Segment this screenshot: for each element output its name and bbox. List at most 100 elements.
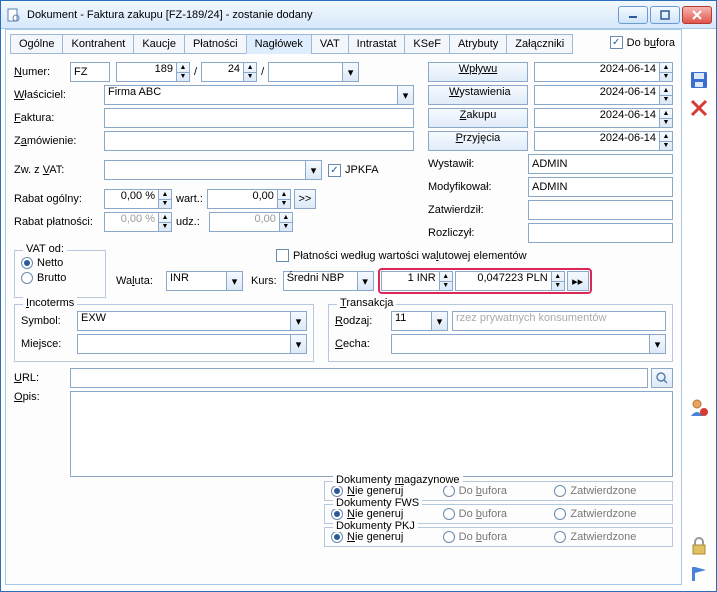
arrow-button[interactable]: >> — [294, 189, 316, 209]
mag-opt1[interactable] — [331, 485, 343, 497]
delete-icon[interactable] — [688, 97, 710, 119]
zw-vat-input[interactable] — [104, 160, 305, 180]
url-label: URL: — [14, 372, 70, 384]
dok-pkj-label: Dokumenty PKJ — [333, 520, 418, 532]
fws-opt2[interactable] — [443, 508, 455, 520]
minimize-button[interactable] — [618, 6, 648, 24]
do-bufora-checkbox[interactable]: ✓ — [610, 36, 623, 49]
tab-ogolne[interactable]: Ogólne — [10, 34, 63, 54]
chevron-down-icon[interactable]: ▾ — [290, 334, 307, 354]
rate-from-input[interactable]: 1 INR — [381, 271, 439, 291]
tab-naglowek[interactable]: Nagłówek — [246, 34, 312, 54]
chevron-down-icon[interactable]: ▾ — [397, 85, 414, 105]
plat-walut-label: Płatności według wartości walutowej elem… — [289, 250, 527, 262]
wystawienia-button[interactable]: Wystawienia — [428, 85, 528, 105]
modyfikowal-value: ADMIN — [528, 177, 673, 197]
wystawil-value: ADMIN — [528, 154, 673, 174]
waluta-label: Waluta: — [116, 275, 166, 287]
zakupu-date[interactable]: 2024-06-14 — [534, 108, 659, 128]
opis-textarea[interactable] — [70, 391, 673, 477]
zamowienie-input[interactable] — [104, 131, 414, 151]
tab-kontrahent[interactable]: Kontrahent — [62, 34, 134, 54]
kurs-input[interactable]: Średni NBP — [283, 271, 357, 291]
rodzaj-desc: rzez prywatnych konsumentów — [452, 311, 666, 331]
maximize-button[interactable] — [650, 6, 680, 24]
kurs-label: Kurs: — [251, 275, 277, 287]
przyjecia-button[interactable]: Przyjęcia — [428, 131, 528, 151]
przyjecia-date[interactable]: 2024-06-14 — [534, 131, 659, 151]
document-icon — [5, 7, 21, 23]
transakcja-label: Transakcja — [337, 297, 396, 309]
chevron-down-icon[interactable]: ▾ — [342, 62, 359, 82]
tabbar: Ogólne Kontrahent Kaucje Płatności Nagłó… — [10, 34, 677, 54]
titlebar: Dokument - Faktura zakupu [FZ-189/24] - … — [1, 1, 716, 29]
numer-extra[interactable] — [268, 62, 342, 82]
tab-kaucje[interactable]: Kaucje — [133, 34, 185, 54]
numer-series: FZ — [70, 62, 110, 82]
udz-label: udz.: — [176, 216, 200, 228]
dok-fws-label: Dokumenty FWS — [333, 497, 422, 509]
incoterms-label: Incoterms — [23, 297, 77, 309]
tab-vat[interactable]: VAT — [311, 34, 349, 54]
rabat-ogolny-label: Rabat ogólny: — [14, 193, 104, 205]
rodzaj-label: Rodzaj: — [335, 315, 391, 327]
opis-label: Opis: — [14, 391, 70, 403]
mag-opt2[interactable] — [443, 485, 455, 497]
brutto-radio[interactable] — [21, 272, 33, 284]
fws-opt1[interactable] — [331, 508, 343, 520]
tab-platnosci[interactable]: Płatności — [184, 34, 247, 54]
chevron-down-icon[interactable]: ▾ — [290, 311, 307, 331]
tab-atrybuty[interactable]: Atrybuty — [449, 34, 507, 54]
chevron-down-icon[interactable]: ▾ — [305, 160, 322, 180]
cecha-input[interactable] — [391, 334, 649, 354]
jpkfa-label: JPKFA — [341, 164, 379, 176]
user-icon[interactable] — [688, 397, 710, 419]
flag-icon[interactable] — [688, 563, 710, 585]
mag-opt3[interactable] — [554, 485, 566, 497]
rabat-ogolny-input[interactable]: 0,00 % — [104, 189, 158, 209]
tab-zalaczniki[interactable]: Załączniki — [506, 34, 573, 54]
rabat-plat-input[interactable]: 0,00 % — [104, 212, 158, 232]
wart-input[interactable]: 0,00 — [207, 189, 277, 209]
wplywu-button[interactable]: Wpływu — [428, 62, 528, 82]
wlasciciel-label: Właściciel: — [14, 89, 104, 101]
chevron-down-icon[interactable]: ▾ — [649, 334, 666, 354]
jpkfa-checkbox[interactable]: ✓ — [328, 164, 341, 177]
chevron-down-icon[interactable]: ▾ — [226, 271, 243, 291]
netto-radio[interactable] — [21, 257, 33, 269]
rate-next-button[interactable]: ▸▸ — [567, 271, 589, 291]
window-title: Dokument - Faktura zakupu [FZ-189/24] - … — [27, 9, 618, 21]
numer-y-spin[interactable]: ▲▼ — [243, 62, 257, 82]
tab-ksef[interactable]: KSeF — [404, 34, 450, 54]
rate-to-input[interactable]: 0,047223 PLN — [455, 271, 551, 291]
lock-icon[interactable] — [688, 535, 710, 557]
fws-opt3[interactable] — [554, 508, 566, 520]
waluta-input[interactable]: INR — [166, 271, 226, 291]
save-icon[interactable] — [688, 69, 710, 91]
chevron-down-icon[interactable]: ▾ — [357, 271, 374, 291]
wplywu-date[interactable]: 2024-06-14 — [534, 62, 659, 82]
numer-n[interactable]: 189 — [116, 62, 176, 82]
chevron-down-icon[interactable]: ▾ — [431, 311, 448, 331]
close-button[interactable] — [682, 6, 712, 24]
modyfikowal-label: Modyfikował: — [428, 181, 528, 193]
faktura-input[interactable] — [104, 108, 414, 128]
search-icon[interactable] — [651, 368, 673, 388]
rate-highlight: 1 INR▲▼ 0,047223 PLN▲▼ ▸▸ — [378, 268, 592, 294]
rodzaj-input[interactable]: 11 — [391, 311, 431, 331]
wystawienia-date[interactable]: 2024-06-14 — [534, 85, 659, 105]
dok-mag-label: Dokumenty magazynowe — [333, 474, 463, 486]
wlasciciel-input[interactable]: Firma ABC — [104, 85, 397, 105]
pkj-opt1[interactable] — [331, 531, 343, 543]
plat-walut-checkbox[interactable] — [276, 249, 289, 262]
pkj-opt2[interactable] — [443, 531, 455, 543]
udz-input[interactable]: 0,00 — [209, 212, 279, 232]
pkj-opt3[interactable] — [554, 531, 566, 543]
miejsce-input[interactable] — [77, 334, 290, 354]
tab-intrastat[interactable]: Intrastat — [348, 34, 406, 54]
numer-n-spin[interactable]: ▲▼ — [176, 62, 190, 82]
numer-y[interactable]: 24 — [201, 62, 243, 82]
url-input[interactable] — [70, 368, 648, 388]
zakupu-button[interactable]: Zakupu — [428, 108, 528, 128]
symbol-input[interactable]: EXW — [77, 311, 290, 331]
